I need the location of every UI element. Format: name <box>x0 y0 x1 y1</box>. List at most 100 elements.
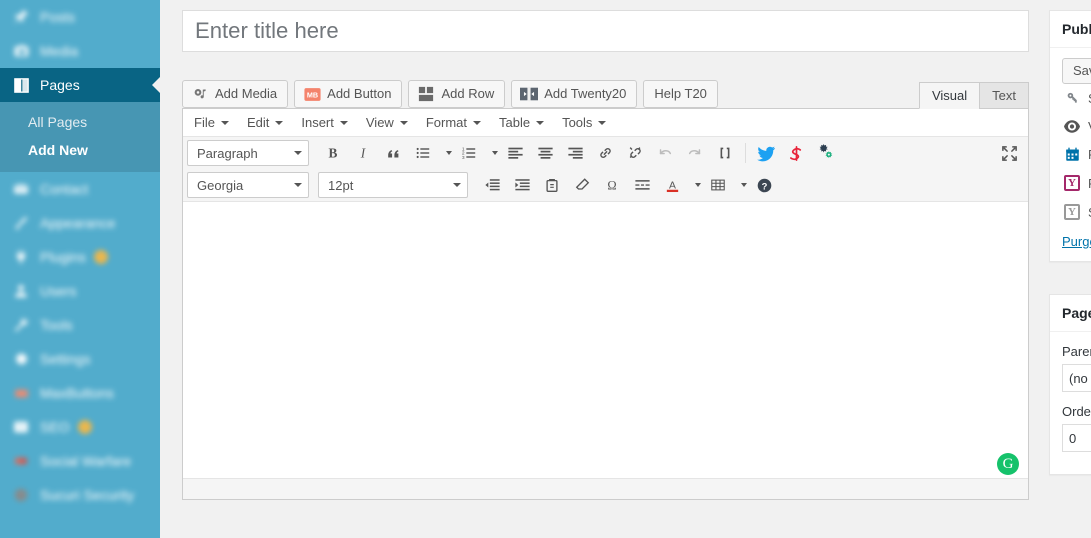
menu-tools[interactable]: Tools <box>553 112 615 134</box>
sidebar-item-label: Posts <box>40 9 76 25</box>
menu-insert[interactable]: Insert <box>292 112 357 134</box>
tab-visual[interactable]: Visual <box>918 82 981 109</box>
menu-edit[interactable]: Edit <box>238 112 292 134</box>
sidebar-item-add-new[interactable]: Add New <box>0 136 160 164</box>
unlink-button[interactable] <box>620 140 650 166</box>
sidebar-item-contact[interactable]: Contact <box>0 172 160 206</box>
twitter-embed-button[interactable] <box>751 140 781 166</box>
sidebar-item-media[interactable]: Media <box>0 34 160 68</box>
post-title-wrap <box>182 10 1029 52</box>
help-t20-label: Help T20 <box>654 86 707 101</box>
yoast-readability-glyph: Y <box>1064 175 1080 191</box>
sidebar-item-label: Plugins <box>40 249 86 265</box>
align-right-button[interactable] <box>560 140 590 166</box>
add-button-button[interactable]: MB Add Button <box>294 80 403 108</box>
post-title-input[interactable] <box>193 14 1018 48</box>
italic-button[interactable]: I <box>348 140 378 166</box>
gear-icon <box>11 349 31 369</box>
parent-select[interactable] <box>1062 364 1091 392</box>
svg-text:Ω: Ω <box>607 178 616 192</box>
maxbuttons-icon <box>11 383 31 403</box>
page-attributes-title: Page Attributes <box>1050 295 1091 332</box>
clear-formatting-button[interactable] <box>567 172 597 198</box>
sidebar-item-tools[interactable]: Tools <box>0 308 160 342</box>
bullet-list-options-button[interactable] <box>438 140 454 166</box>
paragraph-style-select[interactable]: Paragraph <box>187 140 309 166</box>
menu-view[interactable]: View <box>357 112 417 134</box>
bullet-list-button[interactable] <box>408 140 438 166</box>
chevron-down-icon <box>536 120 545 125</box>
add-row-button[interactable]: Add Row <box>408 80 506 108</box>
bold-button[interactable]: B <box>318 140 348 166</box>
visibility-row[interactable]: Visibility: Public <box>1062 112 1091 140</box>
grammarly-icon[interactable]: G <box>997 453 1019 475</box>
horizontal-rule-button[interactable] <box>627 172 657 198</box>
add-media-button[interactable]: Add Media <box>182 80 289 108</box>
sidebar-item-sucuri-security[interactable]: Sucuri Security <box>0 478 160 512</box>
sidebar-item-label: MaxButtons <box>40 385 114 401</box>
tab-text[interactable]: Text <box>979 82 1029 109</box>
sidebar-item-maxbuttons[interactable]: MaxButtons <box>0 376 160 410</box>
font-size-value: 12pt <box>328 177 354 193</box>
sidebar-item-label: Pages <box>40 77 80 93</box>
text-color-options-button[interactable] <box>687 172 703 198</box>
post-sidebar: Publish Save Draft Status: Draft Visibil… <box>1049 0 1091 538</box>
fullscreen-button[interactable] <box>994 140 1024 166</box>
menu-table[interactable]: Table <box>490 112 553 134</box>
align-center-button[interactable] <box>530 140 560 166</box>
yoast-seo-glyph: Y <box>1064 204 1080 220</box>
outdent-button[interactable] <box>477 172 507 198</box>
status-row[interactable]: Status: Draft <box>1062 84 1091 112</box>
menu-format[interactable]: Format <box>417 112 490 134</box>
sidebar-item-seo[interactable]: Y SEO <box>0 410 160 444</box>
redo-button[interactable] <box>680 140 710 166</box>
sidebar-item-pages[interactable]: Pages <box>0 68 161 102</box>
shield-icon <box>11 485 31 505</box>
table-options-button[interactable] <box>733 172 749 198</box>
seo-row[interactable]: Y SEO: Not available <box>1062 197 1091 226</box>
blockquote-button[interactable] <box>378 140 408 166</box>
sidebar-item-appearance[interactable]: Appearance <box>0 206 160 240</box>
indent-button[interactable] <box>507 172 537 198</box>
seo-notification-badge <box>77 420 92 434</box>
table-button[interactable] <box>703 172 733 198</box>
jetpack-shortcode-button[interactable] <box>781 140 811 166</box>
numbered-list-options-button[interactable] <box>484 140 500 166</box>
add-twenty20-label: Add Twenty20 <box>544 86 627 101</box>
camera-icon <box>11 41 31 61</box>
text-color-button[interactable]: A <box>657 172 687 198</box>
menu-file[interactable]: File <box>185 112 238 134</box>
order-input[interactable] <box>1062 424 1091 452</box>
read-more-button[interactable] <box>710 140 740 166</box>
settings-gears-button[interactable] <box>811 140 841 166</box>
save-draft-button[interactable]: Save Draft <box>1062 58 1091 84</box>
undo-button[interactable] <box>650 140 680 166</box>
keyboard-shortcuts-help-button[interactable]: ? <box>749 172 779 198</box>
svg-text:MB: MB <box>307 90 318 99</box>
insert-link-button[interactable] <box>590 140 620 166</box>
publish-date-row[interactable]: Publish immediately <box>1062 140 1091 168</box>
sidebar-item-settings[interactable]: Settings <box>0 342 160 376</box>
page-icon <box>11 75 31 95</box>
publish-box: Publish Save Draft Status: Draft Visibil… <box>1049 10 1091 262</box>
help-t20-button[interactable]: Help T20 <box>643 80 718 108</box>
svg-text:B: B <box>329 145 338 160</box>
sidebar-item-social-warfare[interactable]: Social Warfare <box>0 444 160 478</box>
numbered-list-button[interactable]: 123 <box>454 140 484 166</box>
font-size-select[interactable]: 12pt <box>318 172 468 198</box>
font-family-select[interactable]: Georgia <box>187 172 309 198</box>
readability-row[interactable]: Y Readability: Needs improvement <box>1062 168 1091 197</box>
menu-tools-label: Tools <box>562 115 593 130</box>
sidebar-item-all-pages[interactable]: All Pages <box>0 108 160 136</box>
sidebar-item-plugins[interactable]: Plugins <box>0 240 160 274</box>
sidebar-item-posts[interactable]: Posts <box>0 0 160 34</box>
add-twenty20-button[interactable]: Add Twenty20 <box>511 80 638 108</box>
publish-box-title: Publish <box>1050 11 1091 48</box>
special-character-button[interactable]: Ω <box>597 172 627 198</box>
editor-content-area[interactable]: G <box>183 202 1028 479</box>
purge-cache-link[interactable]: Purge from cache <box>1062 226 1091 249</box>
sidebar-item-users[interactable]: Users <box>0 274 160 308</box>
paste-as-text-button[interactable] <box>537 172 567 198</box>
align-left-button[interactable] <box>500 140 530 166</box>
menu-format-label: Format <box>425 115 467 130</box>
